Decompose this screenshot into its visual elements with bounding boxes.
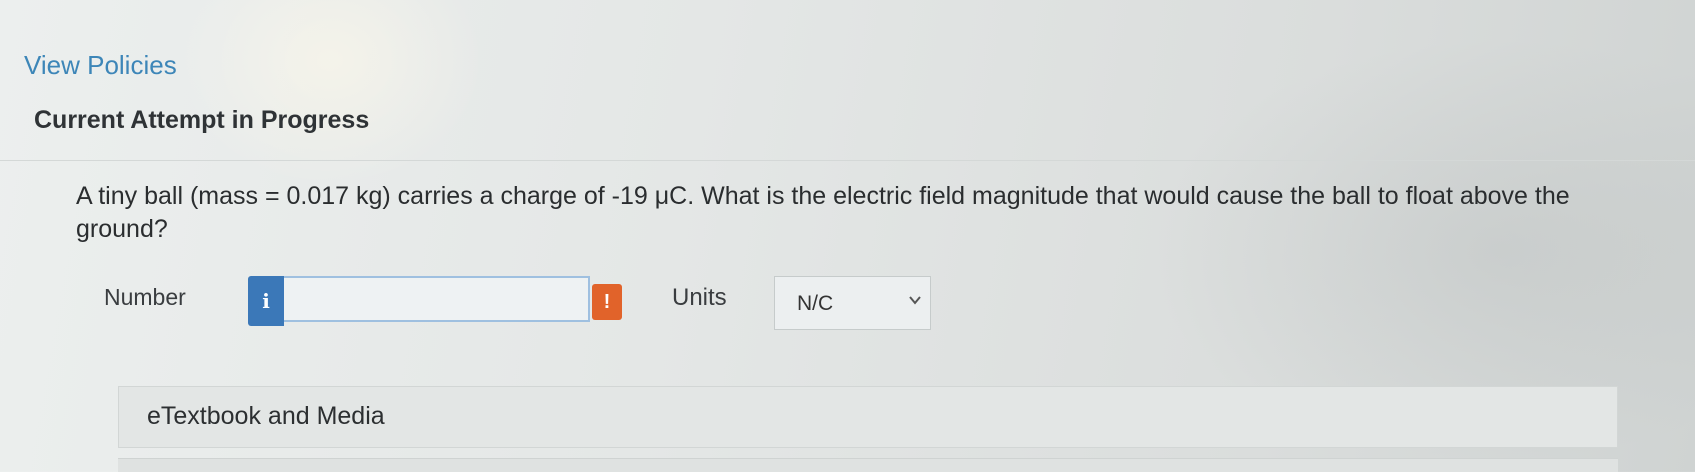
- etextbook-media-label: eTextbook and Media: [147, 402, 385, 430]
- view-policies-link[interactable]: View Policies: [24, 50, 177, 81]
- etextbook-media-panel[interactable]: eTextbook and Media: [118, 386, 1618, 448]
- units-dropdown[interactable]: N/C: [774, 276, 931, 330]
- section-divider: [0, 160, 1695, 161]
- info-icon[interactable]: i: [248, 276, 284, 326]
- next-panel-edge: [118, 458, 1618, 472]
- alert-icon: !: [592, 284, 622, 320]
- units-selected-value: N/C: [797, 292, 834, 315]
- number-input[interactable]: [284, 276, 590, 322]
- number-label: Number: [104, 284, 186, 310]
- units-label: Units: [672, 284, 727, 311]
- chevron-down-icon: [909, 296, 921, 305]
- question-text: A tiny ball (mass = 0.017 kg) carries a …: [76, 182, 1570, 243]
- attempt-status-heading: Current Attempt in Progress: [34, 106, 370, 134]
